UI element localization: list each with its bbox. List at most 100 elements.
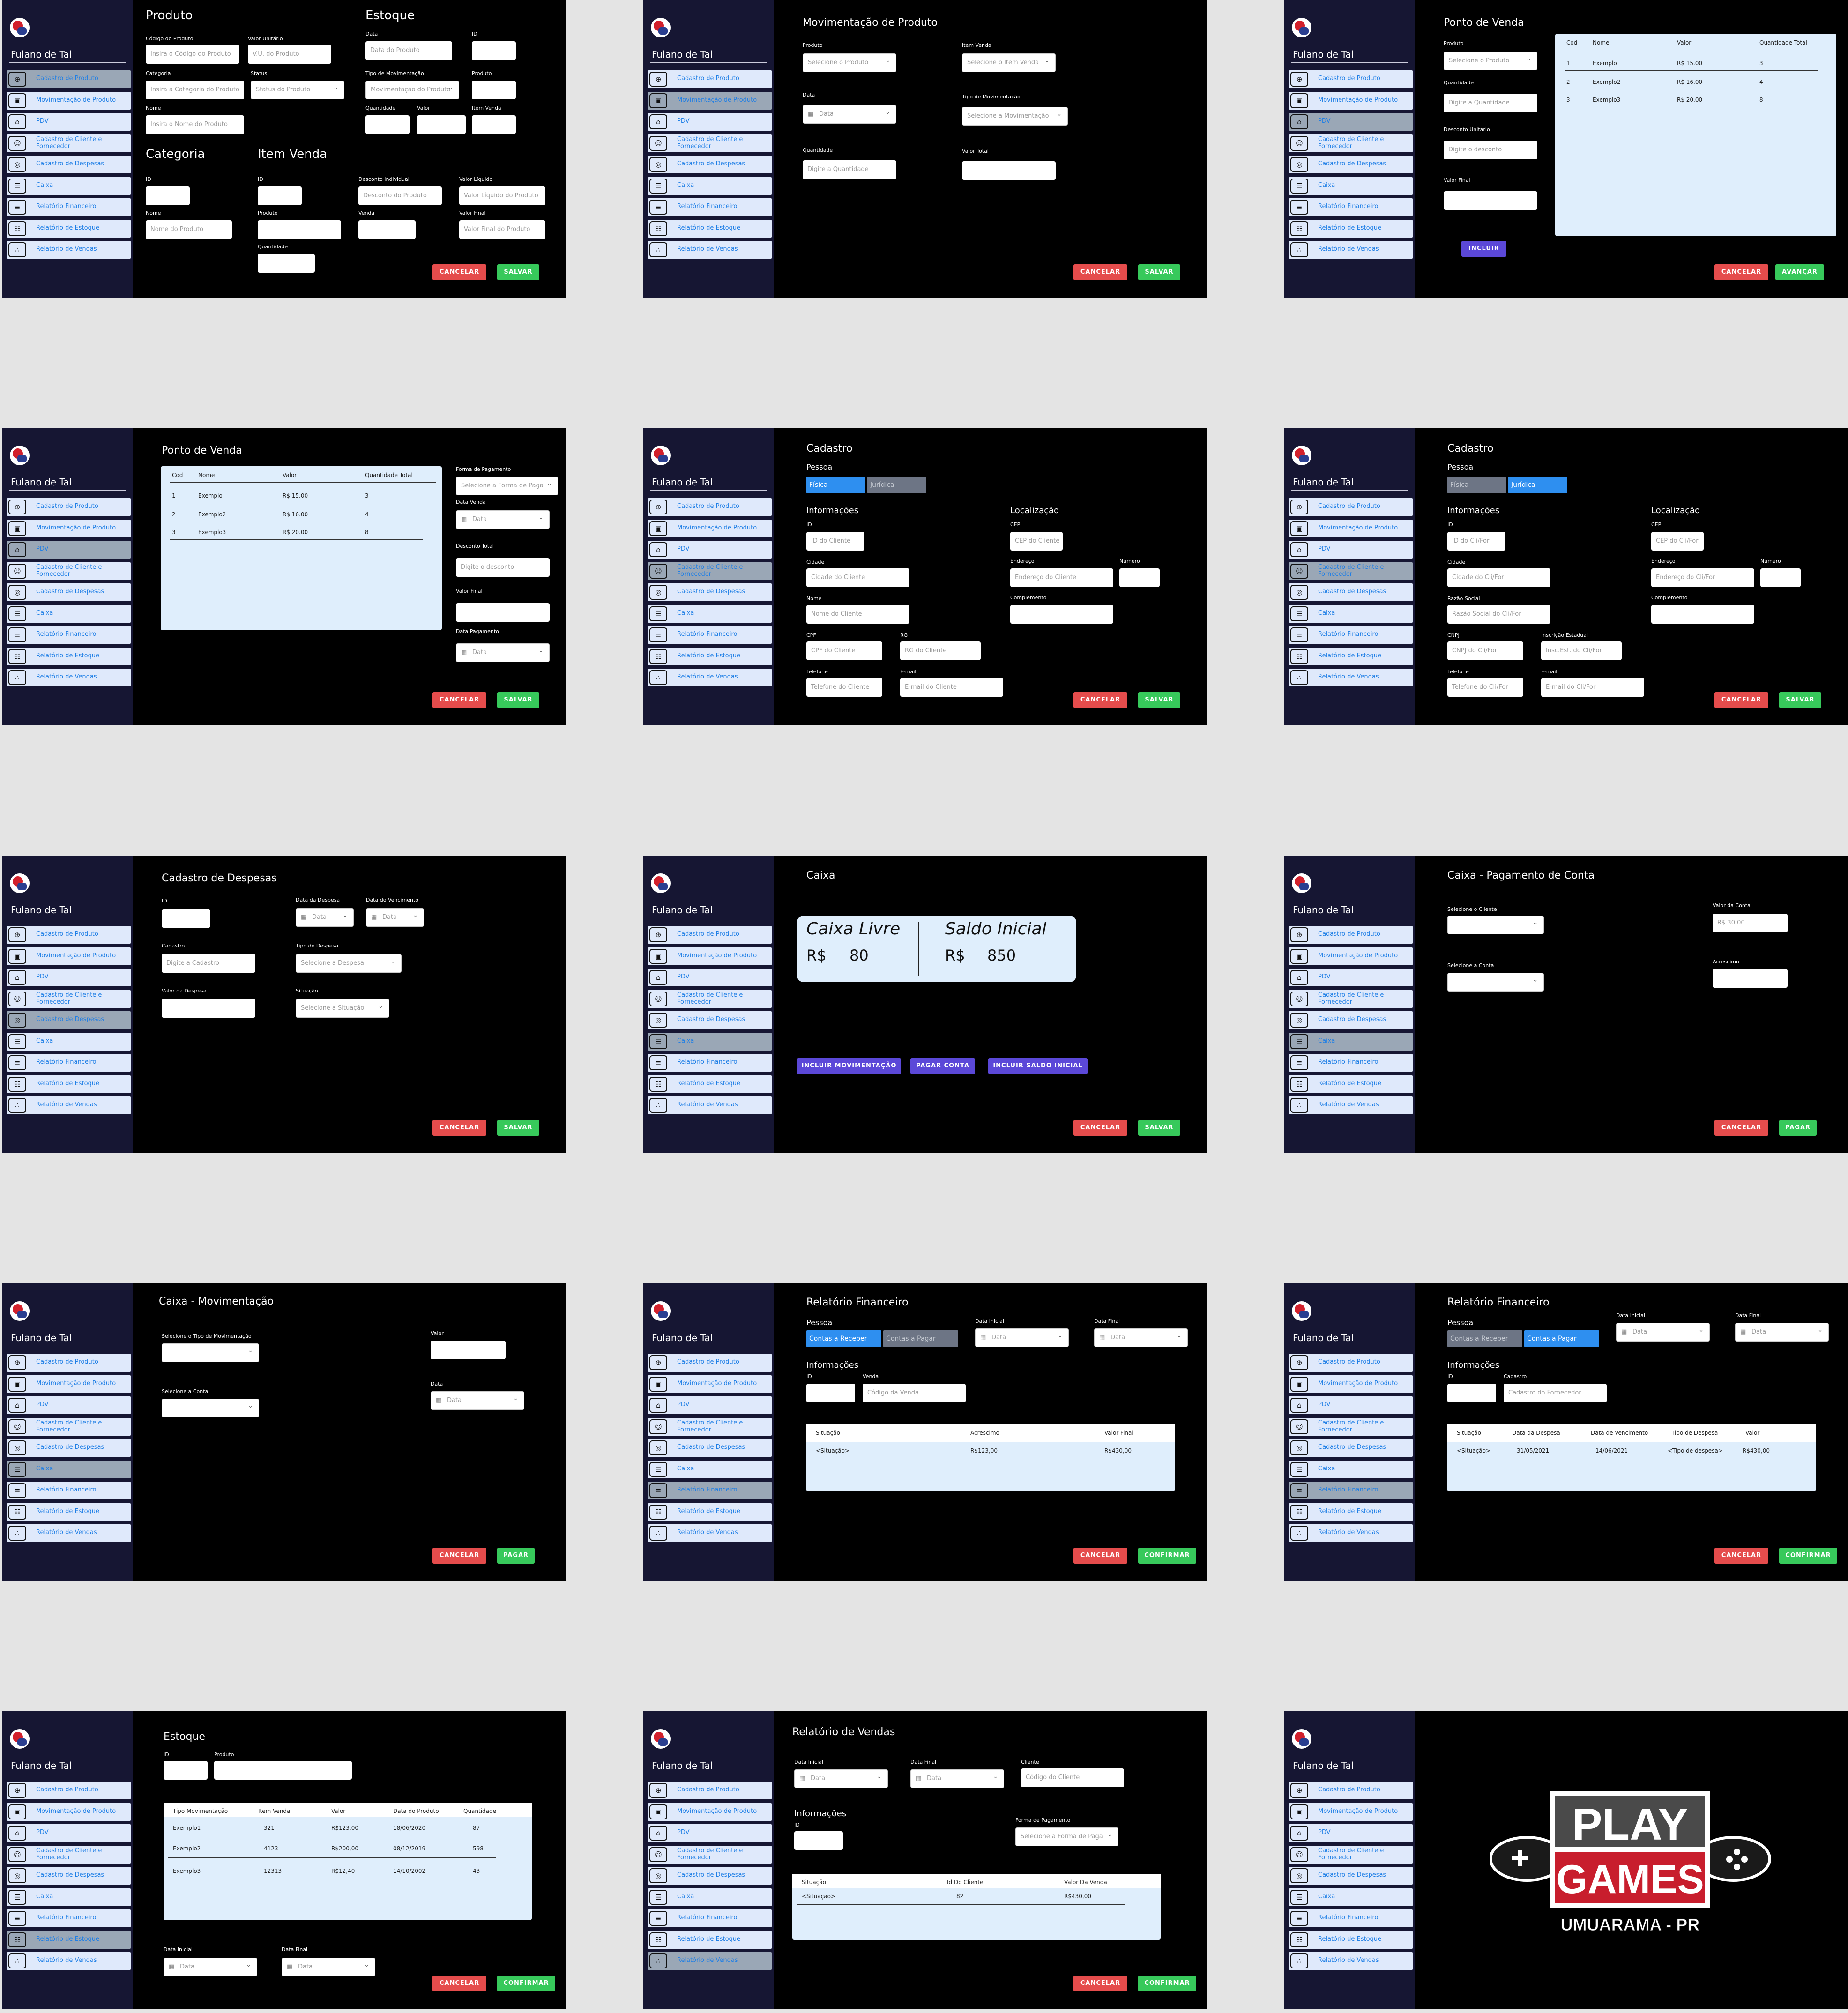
- sidebar-item[interactable]: ☺ Cadastro de Cliente e Fornecedor: [7, 1417, 131, 1436]
- fisica-toggle[interactable]: Física: [1447, 477, 1506, 493]
- cancel-button[interactable]: CANCELAR: [432, 1120, 486, 1136]
- sidebar-item[interactable]: ≡ Relatório Financeiro: [1289, 198, 1413, 216]
- email-input[interactable]: E-mail do Cli/For: [1541, 678, 1644, 697]
- incluir-movimentacao-button[interactable]: INCLUIR MOVIMENTAÇÃO: [797, 1058, 901, 1074]
- sidebar-item[interactable]: ∴ Relatório de Vendas: [648, 241, 772, 259]
- sidebar-item[interactable]: ⊕ Cadastro de Produto: [7, 1354, 131, 1372]
- data-inicial-picker[interactable]: Data: [794, 1768, 888, 1788]
- sidebar-item[interactable]: ∴ Relatório de Vendas: [648, 1524, 772, 1542]
- sidebar-item[interactable]: ⊕ Cadastro de Produto: [648, 1782, 772, 1799]
- desconto-input[interactable]: Digite o desconto: [1444, 141, 1537, 159]
- sidebar-item[interactable]: ◎ Cadastro de Despesas: [648, 1867, 772, 1885]
- email-input[interactable]: E-mail do Cliente: [900, 678, 1003, 697]
- sidebar-item[interactable]: ⊕ Cadastro de Produto: [7, 926, 131, 944]
- sidebar-item[interactable]: ⊕ Cadastro de Produto: [1289, 1782, 1413, 1799]
- sidebar-item[interactable]: ☷ Relatório de Estoque: [1289, 1503, 1413, 1521]
- sidebar-item[interactable]: ☺ Cadastro de Cliente e Fornecedor: [1289, 1845, 1413, 1864]
- complemento-input[interactable]: [1651, 605, 1754, 624]
- sidebar-item[interactable]: ◎ Cadastro de Despesas: [7, 1439, 131, 1457]
- sidebar-item[interactable]: ☷ Relatório de Estoque: [7, 1075, 131, 1093]
- produto-input[interactable]: [214, 1761, 352, 1780]
- sidebar-item[interactable]: ☰ Caixa: [7, 1460, 131, 1478]
- acrescimo-input[interactable]: [1713, 969, 1788, 988]
- confirm-button[interactable]: CONFIRMAR: [1138, 1976, 1196, 1991]
- cpf-input[interactable]: CPF do Cliente: [806, 641, 882, 660]
- sidebar-item[interactable]: ▣ Movimentação de Produto: [1289, 1803, 1413, 1821]
- pay-button[interactable]: PAGAR: [1779, 1120, 1817, 1136]
- id-input[interactable]: [162, 909, 210, 928]
- sidebar-item[interactable]: ◎ Cadastro de Despesas: [7, 583, 131, 601]
- sidebar-item[interactable]: ⊕ Cadastro de Produto: [7, 1782, 131, 1799]
- sidebar-item[interactable]: ∴ Relatório de Vendas: [7, 669, 131, 686]
- sidebar-item[interactable]: ☷ Relatório de Estoque: [648, 1075, 772, 1093]
- sidebar-item[interactable]: ☺ Cadastro de Cliente e Fornecedor: [648, 1845, 772, 1864]
- confirm-button[interactable]: CONFIRMAR: [1779, 1548, 1837, 1564]
- id-input[interactable]: [806, 1384, 855, 1402]
- valor-liq-input[interactable]: Valor Líquido do Produto: [459, 186, 545, 205]
- quantidade-input[interactable]: Digite a Quantidade: [1444, 94, 1537, 112]
- cnpj-input[interactable]: CNPJ do Cli/For: [1447, 641, 1523, 660]
- cliente-input[interactable]: Código do Cliente: [1021, 1768, 1124, 1787]
- cat-id-input[interactable]: [146, 186, 190, 205]
- sidebar-item[interactable]: ☺ Cadastro de Cliente e Fornecedor: [7, 562, 131, 580]
- sidebar-item[interactable]: ⌂ PDV: [7, 541, 131, 559]
- sidebar-item[interactable]: ≡ Relatório Financeiro: [1289, 626, 1413, 644]
- sidebar-item[interactable]: ☷ Relatório de Estoque: [1289, 647, 1413, 665]
- sidebar-item[interactable]: ▣ Movimentação de Produto: [648, 1375, 772, 1393]
- data-inicial-picker[interactable]: Data: [1616, 1321, 1710, 1342]
- cancel-button[interactable]: CANCELAR: [1714, 692, 1768, 708]
- id-input[interactable]: [472, 41, 516, 60]
- sidebar-item[interactable]: ≡ Relatório Financeiro: [1289, 1054, 1413, 1072]
- sidebar-item[interactable]: ⌂ PDV: [648, 969, 772, 986]
- sidebar-item[interactable]: ☺ Cadastro de Cliente e Fornecedor: [1289, 990, 1413, 1008]
- id-input[interactable]: [794, 1831, 843, 1850]
- sidebar-item[interactable]: ☷ Relatório de Estoque: [7, 1931, 131, 1949]
- conta-select[interactable]: [162, 1399, 259, 1417]
- sidebar-item[interactable]: ⊕ Cadastro de Produto: [648, 498, 772, 516]
- sidebar-item[interactable]: ▣ Movimentação de Produto: [648, 519, 772, 537]
- endereco-input[interactable]: Endereço do Cli/For: [1651, 568, 1754, 587]
- sidebar-item[interactable]: ▣ Movimentação de Produto: [1289, 519, 1413, 537]
- id-input[interactable]: [164, 1761, 208, 1780]
- conta-select[interactable]: [1447, 973, 1544, 992]
- telefone-input[interactable]: Telefone do Cliente: [806, 678, 882, 697]
- tipo-mov-select[interactable]: Movimentação do Produto: [365, 81, 459, 99]
- numero-input[interactable]: [1760, 568, 1801, 587]
- razao-social-input[interactable]: Razão Social do Cli/For: [1447, 605, 1550, 624]
- sidebar-item[interactable]: ☰ Caixa: [1289, 1460, 1413, 1478]
- sidebar-item[interactable]: ◎ Cadastro de Despesas: [648, 156, 772, 173]
- situacao-select[interactable]: Selecione a Situação: [296, 999, 389, 1018]
- sidebar-item[interactable]: ☺ Cadastro de Cliente e Fornecedor: [648, 562, 772, 580]
- sidebar-item[interactable]: ⌂ PDV: [1289, 113, 1413, 131]
- valor-input[interactable]: [431, 1341, 506, 1359]
- item-venda-select[interactable]: Selecione o Item Venda: [962, 53, 1056, 72]
- contas-pagar-toggle[interactable]: Contas a Pagar: [1524, 1330, 1599, 1347]
- sidebar-item[interactable]: ◎ Cadastro de Despesas: [1289, 1439, 1413, 1457]
- sidebar-item[interactable]: ◎ Cadastro de Despesas: [7, 1011, 131, 1029]
- cidade-input[interactable]: Cidade do Cli/For: [1447, 568, 1550, 587]
- sidebar-item[interactable]: ⌂ PDV: [1289, 541, 1413, 559]
- sidebar-item[interactable]: ◎ Cadastro de Despesas: [1289, 156, 1413, 173]
- sidebar-item[interactable]: ⌂ PDV: [648, 1396, 772, 1414]
- valor-final-input[interactable]: [1444, 191, 1537, 210]
- sidebar-item[interactable]: ☰ Caixa: [648, 177, 772, 195]
- endereco-input[interactable]: Endereço do Cliente: [1010, 568, 1113, 587]
- contas-receber-toggle[interactable]: Contas a Receber: [806, 1330, 881, 1347]
- save-button[interactable]: SALVAR: [497, 1120, 539, 1136]
- sidebar-item[interactable]: ≡ Relatório Financeiro: [648, 198, 772, 216]
- sidebar-item[interactable]: ▣ Movimentação de Produto: [7, 1803, 131, 1821]
- sidebar-item[interactable]: ≡ Relatório Financeiro: [1289, 1482, 1413, 1499]
- sidebar-item[interactable]: ⊕ Cadastro de Produto: [648, 926, 772, 944]
- valor-final-input[interactable]: [456, 603, 550, 622]
- complemento-input[interactable]: [1010, 605, 1113, 624]
- sidebar-item[interactable]: ⌂ PDV: [1289, 1396, 1413, 1414]
- item-venda-input[interactable]: [472, 115, 516, 134]
- nome-input[interactable]: Nome do Cliente: [806, 605, 909, 624]
- sidebar-item[interactable]: ☺ Cadastro de Cliente e Fornecedor: [1289, 134, 1413, 152]
- id-input[interactable]: ID do Cliente: [806, 532, 864, 551]
- sidebar-item[interactable]: ⊕ Cadastro de Produto: [1289, 926, 1413, 944]
- sidebar-item[interactable]: ≡ Relatório Financeiro: [7, 1909, 131, 1927]
- cancel-button[interactable]: CANCELAR: [1073, 1120, 1127, 1136]
- contas-receber-toggle[interactable]: Contas a Receber: [1447, 1330, 1522, 1347]
- valor-final-input[interactable]: Valor Final do Produto: [459, 220, 545, 239]
